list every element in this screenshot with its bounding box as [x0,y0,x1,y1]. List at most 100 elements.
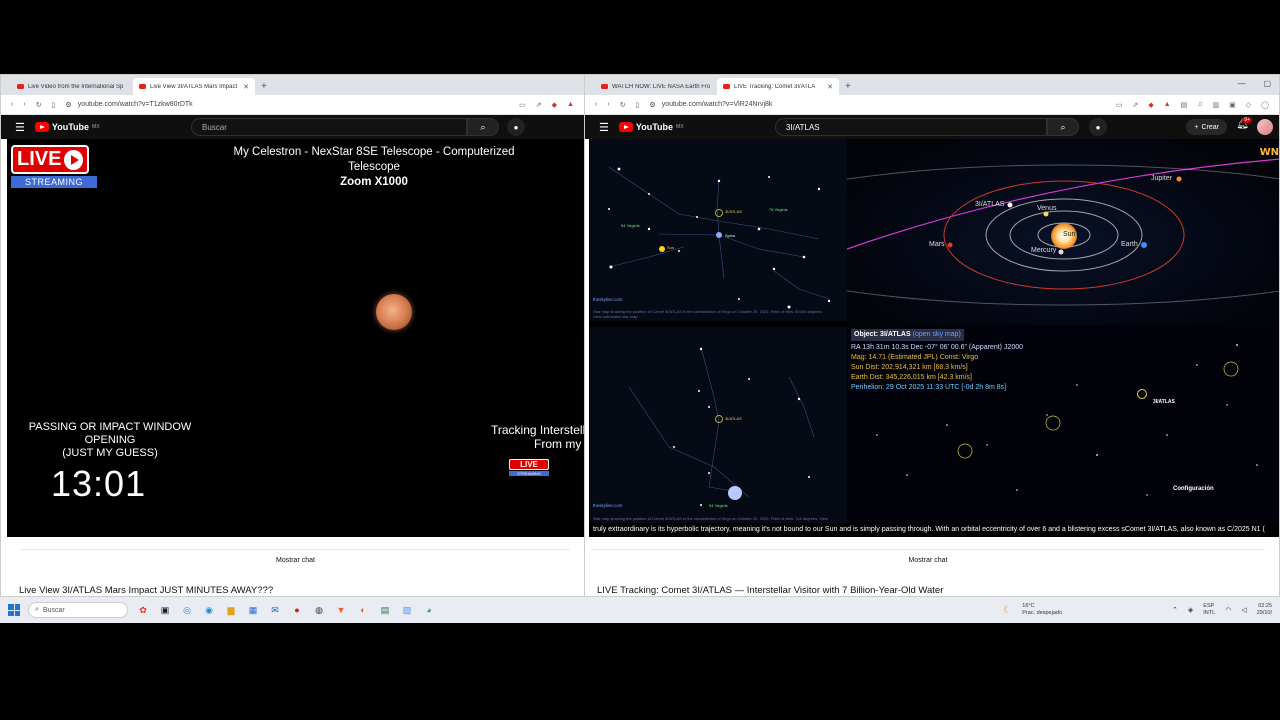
rewards-icon[interactable]: ▲ [567,101,574,109]
media-app-icon[interactable]: ● [290,603,304,617]
plus-icon: + [1194,123,1199,131]
site-info-icon[interactable]: ⚙ [649,101,655,109]
weather-temp: 16°C [1022,603,1035,609]
video-title: LIVE Tracking: Comet 3I/ATLAS — Interste… [597,585,944,596]
notifications-button[interactable]: 🔔︎ 9+ [1236,117,1252,130]
open-sky-map-link[interactable]: (open sky map) [913,331,961,338]
youtube-favicon-icon [723,84,730,89]
search-button[interactable]: ⌕ [467,118,499,136]
extension-icons: ▭ ⇗ ◆ ▲ ▤ ♫ ▥ ▣ ◇ ◯ [1116,101,1269,109]
youtube-logo[interactable]: YouTube MX [618,122,684,132]
url-field[interactable]: ⚙ youtube.com/watch?v=T1zkw80rDTk [65,101,509,109]
wifi-icon[interactable]: ◠ [1225,606,1231,614]
avatar[interactable] [1257,119,1273,135]
voice-search-button[interactable]: ● [1089,118,1107,136]
youtube-logo[interactable]: YouTube MX [34,122,100,132]
close-tab-icon[interactable]: ✕ [243,83,249,91]
forward-icon[interactable]: › [23,101,25,108]
share-icon[interactable]: ⇗ [1132,101,1138,109]
vpn-icon[interactable]: ◇ [1246,101,1251,109]
search-input[interactable]: Buscar [191,118,467,136]
tab-title: LIVE Tracking: Comet 3I/ATLA [734,83,816,90]
url-field[interactable]: ⚙ youtube.com/watch?v=VlR24Nrvj8k [649,101,1105,109]
edge-browser-icon[interactable]: ◉ [202,603,216,617]
reload-icon[interactable]: ↻ [620,101,626,109]
wallet-icon[interactable]: ▣ [1229,101,1236,109]
search-button[interactable]: ⌕ [1047,118,1079,136]
cast-icon[interactable]: ▭ [519,101,526,109]
cast-icon[interactable]: ▭ [1116,101,1123,109]
forward-icon[interactable]: › [607,101,609,108]
brave-shield-icon[interactable]: ◆ [552,101,557,109]
orbit-label-earth: Earth [1121,241,1138,248]
show-chat-button[interactable]: Mostrar chat [21,549,570,571]
back-icon[interactable]: ‹ [11,101,13,108]
search-input[interactable]: 3I/ATLAS [775,118,1047,136]
excel-icon[interactable]: ▤ [378,603,392,617]
create-button[interactable]: + Crear [1186,119,1227,135]
live-label: LIVE [11,145,89,174]
rewards-icon[interactable]: ▲ [1164,101,1171,109]
volume-icon[interactable]: ◁ [1241,606,1246,614]
maximize-icon[interactable]: ▢ [1263,79,1271,88]
tab-international-space-station[interactable]: Live Video from the International Sp [11,78,133,95]
chart-label-star: Spica [725,233,736,238]
chart-caption-link[interactable]: View interactive star map [593,314,843,319]
object-info-panel: Object: 3I/ATLAS (open sky map) RA 13h 3… [851,329,1023,393]
bookmark-icon[interactable]: ▯ [636,101,640,109]
task-view-icon[interactable]: ▣ [158,603,172,617]
tab-live-tracking-comet[interactable]: LIVE Tracking: Comet 3I/ATLA ✕ [717,78,839,95]
voice-search-button[interactable]: ● [507,118,525,136]
sidebar-icon[interactable]: ▤ [1181,101,1188,109]
keyboard-layout: INTL [1203,610,1216,616]
new-tab-icon[interactable]: + [255,78,273,95]
taskbar-search-input[interactable]: ⌕ Buscar [28,602,128,618]
star-chart-zoomed: 3I/ATLAS 94 Virginis theskylive.com Star… [589,327,847,523]
reload-icon[interactable]: ↻ [36,101,42,109]
logo-text: YouTube [51,122,90,132]
weather-widget[interactable]: 16°C Prac. despejado [1022,603,1062,617]
store-icon[interactable]: ▦ [246,603,260,617]
site-info-icon[interactable]: ⚙ [65,101,71,109]
music-icon[interactable]: ♫ [1197,101,1202,109]
video-title: Live View 3I/ATLAS Mars Impact JUST MINU… [19,585,274,596]
windows-start-icon[interactable] [8,604,20,616]
show-chat-button[interactable]: Mostrar chat [591,549,1265,571]
hamburger-menu-icon[interactable]: ☰ [15,121,25,134]
chart-label-atlas: 3I/ATLAS [725,416,742,421]
weather-icon[interactable]: ☾ [1003,605,1012,616]
chevron-up-icon[interactable]: ⌃ [1172,606,1178,614]
clock[interactable]: 02:25 29/10/ [1257,603,1272,617]
chrome-icon[interactable]: ◕ [422,603,436,617]
tab-live-view-atlas[interactable]: Live View 3I/ATLAS Mars Impact ✕ [133,78,255,95]
dell-icon[interactable]: ◍ [312,603,326,617]
share-icon[interactable]: ⇗ [536,101,542,109]
hamburger-menu-icon[interactable]: ☰ [599,121,609,134]
copilot-icon[interactable]: ◎ [180,603,194,617]
profile-icon[interactable]: ◯ [1261,101,1269,109]
chart-label-sun: Sun [667,245,675,250]
new-tab-icon[interactable]: + [839,78,857,95]
page-below-video: Mostrar chat LIVE Tracking: Comet 3I/ATL… [585,537,1279,596]
mini-streaming-text: STREAMING [509,471,549,476]
file-explorer-icon[interactable]: ▆ [224,603,238,617]
brave-shield-icon[interactable]: ◆ [1148,101,1153,109]
tab-nasa-earth[interactable]: WATCH NOW: LIVE NASA Earth Fro [595,78,717,95]
configuration-button[interactable]: Configuración [1173,486,1214,492]
close-tab-icon[interactable]: ✕ [827,83,833,91]
mail-icon[interactable]: ✉ [268,603,282,617]
video-player[interactable]: 3I/ATLAS Sun 76 Virginis 54 Virginis Spi… [589,139,1279,537]
chart-label-star: 76 Virginis [769,207,788,212]
network-icon[interactable]: ◈ [1188,606,1193,614]
passing-line: PASSING OR IMPACT WINDOW [28,421,192,433]
video-player[interactable]: LIVE STREAMING My Celestron - NexStar 8S… [7,139,584,537]
language-indicator[interactable]: ESP INTL [1203,603,1215,617]
minimize-icon[interactable]: — [1237,79,1245,88]
widgets-icon[interactable]: ✿ [136,603,150,617]
reading-list-icon[interactable]: ▥ [1213,101,1220,109]
back-icon[interactable]: ‹ [595,101,597,108]
firefox-icon[interactable]: ◐ [356,603,370,617]
photos-icon[interactable]: ▨ [400,603,414,617]
brave-browser-icon[interactable]: ▼ [334,603,348,617]
bookmark-icon[interactable]: ▯ [52,101,56,109]
